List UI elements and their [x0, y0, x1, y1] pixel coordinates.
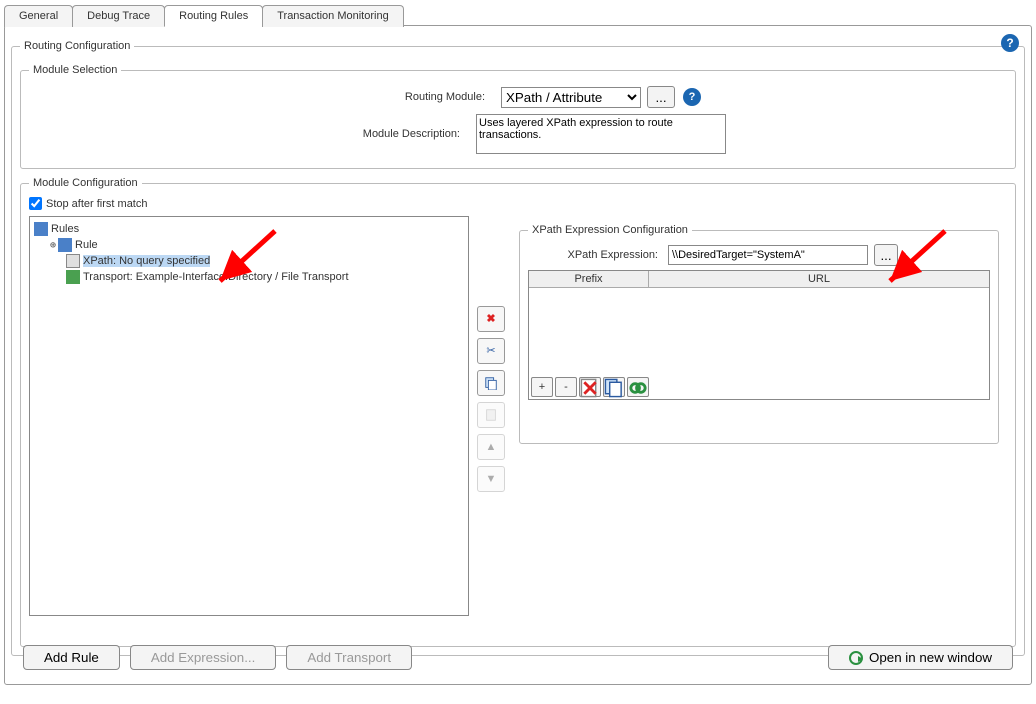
ns-add-button[interactable]: + [531, 377, 553, 397]
module-configuration-fieldset: Module Configuration Stop after first ma… [20, 177, 1016, 647]
module-description-textarea[interactable]: Uses layered XPath expression to route t… [476, 114, 726, 154]
ns-url-header: URL [649, 271, 989, 287]
paste-button [477, 402, 505, 428]
ns-clone-icon[interactable] [603, 377, 625, 397]
routing-configuration-fieldset: Routing Configuration Module Selection R… [11, 40, 1025, 656]
tree-node-rule[interactable]: Rule [75, 239, 98, 251]
transport-icon [66, 270, 80, 284]
module-selection-fieldset: Module Selection Routing Module: XPath /… [20, 64, 1016, 169]
stop-after-first-match-checkbox[interactable] [29, 197, 42, 210]
add-transport-button: Add Transport [286, 645, 412, 670]
tab-bar: General Debug Trace Routing Rules Transa… [4, 4, 1032, 26]
xpath-expression-label: XPath Expression: [528, 249, 658, 261]
tree-node-xpath[interactable]: XPath: No query specified [83, 255, 210, 267]
add-expression-button: Add Expression... [130, 645, 276, 670]
cut-button[interactable]: ✂ [477, 338, 505, 364]
stop-after-first-match-label: Stop after first match [46, 198, 147, 210]
ns-link-icon[interactable] [627, 377, 649, 397]
tree-node-transport[interactable]: Transport: Example-Interface.Directory /… [83, 271, 349, 283]
tree-toolbar: ✖ ✂ ▲ ▼ [477, 306, 511, 616]
delete-button[interactable]: ✖ [477, 306, 505, 332]
routing-module-more-button[interactable]: ... [647, 86, 675, 108]
tree-toggle-rule[interactable]: ⊕ [50, 240, 56, 251]
help-icon[interactable]: ? [1001, 34, 1019, 52]
module-description-label: Module Description: [310, 128, 460, 140]
xpath-expression-more-button[interactable]: ... [874, 244, 898, 266]
tab-routing-rules[interactable]: Routing Rules [164, 5, 263, 27]
main-panel: ? Routing Configuration Module Selection… [4, 25, 1032, 685]
routing-module-help-icon[interactable]: ? [683, 88, 701, 106]
xpath-expression-input[interactable] [668, 245, 868, 265]
xpath-expression-config-legend: XPath Expression Configuration [528, 224, 692, 236]
rule-icon [58, 238, 72, 252]
rules-icon [34, 222, 48, 236]
move-up-button: ▲ [477, 434, 505, 460]
move-down-button: ▼ [477, 466, 505, 492]
tab-transaction-monitoring[interactable]: Transaction Monitoring [262, 5, 403, 27]
routing-module-label: Routing Module: [335, 91, 485, 103]
open-new-window-button[interactable]: Open in new window [828, 645, 1013, 670]
routing-module-select[interactable]: XPath / Attribute [501, 87, 641, 108]
add-rule-button[interactable]: Add Rule [23, 645, 120, 670]
rules-tree[interactable]: Rules ⊕ Rule [29, 216, 469, 616]
xpath-expression-config-fieldset: XPath Expression Configuration XPath Exp… [519, 224, 999, 444]
module-selection-legend: Module Selection [29, 64, 121, 76]
namespace-table[interactable]: Prefix URL + - [528, 270, 990, 400]
open-new-window-label: Open in new window [869, 650, 992, 665]
ns-remove-button[interactable]: - [555, 377, 577, 397]
tree-node-rules[interactable]: Rules [51, 223, 79, 235]
ns-delete-icon[interactable] [579, 377, 601, 397]
copy-button[interactable] [477, 370, 505, 396]
tab-general[interactable]: General [4, 5, 73, 27]
tab-debug-trace[interactable]: Debug Trace [72, 5, 165, 27]
module-configuration-legend: Module Configuration [29, 177, 142, 189]
bottom-button-bar: Add Rule Add Expression... Add Transport… [23, 645, 1013, 670]
ns-prefix-header: Prefix [529, 271, 649, 287]
routing-configuration-legend: Routing Configuration [20, 40, 134, 52]
open-new-window-icon [849, 651, 863, 665]
xpath-icon [66, 254, 80, 268]
